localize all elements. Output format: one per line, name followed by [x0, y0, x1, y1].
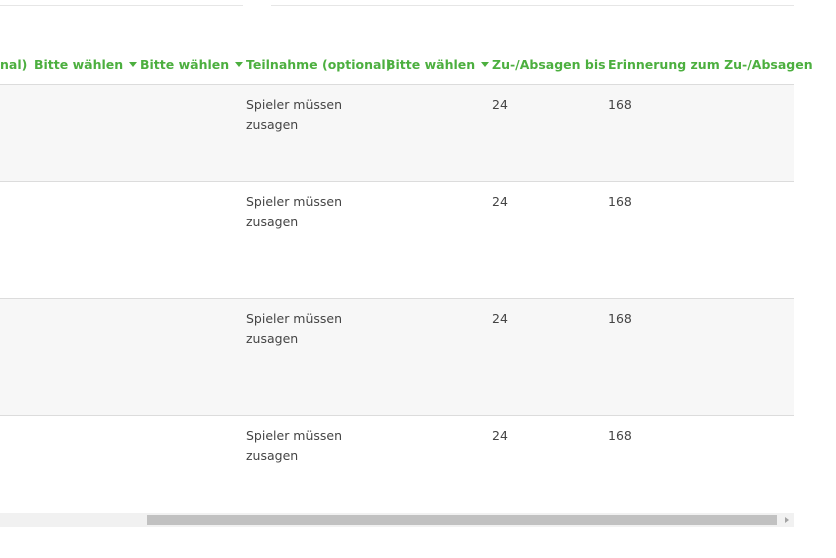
- data-table: nal) Bitte wählen Bitte wählen Teilnahme…: [0, 44, 813, 512]
- cell-zu-absagen-bis: 24: [492, 428, 508, 443]
- cell-teilnahme: Spieler müssen zusagen: [246, 311, 343, 346]
- top-divider-right: [271, 5, 794, 6]
- caret-down-icon: [129, 62, 138, 67]
- table-row[interactable]: Spieler müssen zusagen 24 168: [0, 85, 794, 182]
- cell-erinnerung: 168: [608, 428, 632, 443]
- column-header-bitte-waehlen-3[interactable]: Bitte wählen: [386, 57, 490, 72]
- cell-teilnahme: Spieler müssen zusagen: [246, 428, 343, 463]
- cell-zu-absagen-bis: 24: [492, 194, 508, 209]
- cell-erinnerung: 168: [608, 311, 632, 326]
- table-row[interactable]: Spieler müssen zusagen 24 168: [0, 182, 794, 299]
- caret-down-icon: [235, 62, 244, 67]
- column-header-teilnahme: Teilnahme (optional): [246, 57, 392, 72]
- cell-teilnahme: Spieler müssen zusagen: [246, 97, 343, 132]
- column-header-bitte-waehlen-1[interactable]: Bitte wählen: [34, 57, 138, 72]
- cell-erinnerung: 168: [608, 97, 632, 112]
- column-header-bitte-waehlen-2[interactable]: Bitte wählen: [140, 57, 244, 72]
- cell-zu-absagen-bis: 24: [492, 311, 508, 326]
- top-divider-left: [0, 5, 243, 6]
- table-row[interactable]: Spieler müssen zusagen 24 168: [0, 416, 794, 512]
- column-header-optional-partial: nal): [0, 57, 28, 72]
- caret-down-icon: [481, 62, 490, 67]
- scrollbar-thumb[interactable]: [147, 515, 777, 525]
- arrow-right-icon[interactable]: [785, 517, 789, 523]
- table-header: nal) Bitte wählen Bitte wählen Teilnahme…: [0, 44, 813, 85]
- column-header-zu-absagen-bis: Zu-/Absagen bis: [492, 57, 606, 72]
- column-header-erinnerung: Erinnerung zum Zu-/Absagen: [608, 57, 813, 72]
- table-row[interactable]: Spieler müssen zusagen 24 168: [0, 299, 794, 416]
- cell-teilnahme: Spieler müssen zusagen: [246, 194, 343, 229]
- horizontal-scrollbar[interactable]: [0, 513, 794, 527]
- cell-zu-absagen-bis: 24: [492, 97, 508, 112]
- cell-erinnerung: 168: [608, 194, 632, 209]
